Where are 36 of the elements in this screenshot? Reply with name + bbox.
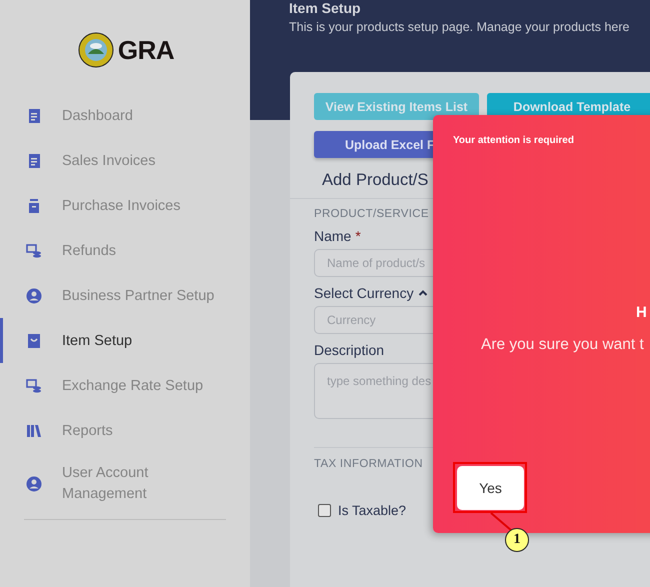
coins-icon [26, 378, 42, 394]
coins-icon [26, 242, 42, 258]
field-label: Description [314, 342, 384, 358]
dialog-message: Are you sure you want t [481, 336, 644, 354]
checkbox[interactable] [318, 504, 331, 517]
user-icon [26, 476, 42, 492]
document-icon [26, 108, 42, 124]
sidebar-item[interactable]: Dashboard [0, 93, 250, 138]
archive-icon [26, 198, 42, 214]
sidebar-item[interactable]: User Account Management [0, 453, 250, 515]
section-heading: TAX INFORMATION [314, 458, 424, 470]
sidebar-item[interactable]: Business Partner Setup [0, 273, 250, 318]
dialog-title: H [636, 304, 647, 321]
user-icon [26, 288, 42, 304]
bag-icon [26, 332, 42, 348]
yes-button[interactable]: Yes [457, 466, 524, 510]
required-mark: * [355, 228, 361, 244]
emblem-icon [78, 32, 114, 68]
sidebar-item[interactable]: Purchase Invoices [0, 183, 250, 228]
logo-text: GRA [118, 34, 174, 66]
page-subtitle: This is your products setup page. Manage your products here [289, 20, 630, 34]
page-title: Item Setup [289, 0, 362, 16]
form-title: Add Product/S [321, 171, 430, 190]
books-icon [26, 422, 42, 438]
document-icon [26, 152, 42, 168]
view-items-button[interactable]: View Existing Items List [314, 93, 479, 120]
field-label: Name [314, 228, 352, 244]
sidebar-item[interactable]: Refunds [0, 228, 250, 273]
sidebar-item[interactable]: Reports [0, 408, 250, 453]
leader-line [490, 512, 514, 532]
sidebar-item[interactable]: Item Setup [0, 318, 250, 363]
sidebar-item[interactable]: Sales Invoices [0, 138, 250, 183]
field-label: Select Currency [314, 285, 414, 301]
sidebar-item[interactable]: Exchange Rate Setup [0, 363, 250, 408]
checkbox-label: Is Taxable? [338, 503, 406, 518]
section-heading: PRODUCT/SERVICE [314, 208, 430, 220]
